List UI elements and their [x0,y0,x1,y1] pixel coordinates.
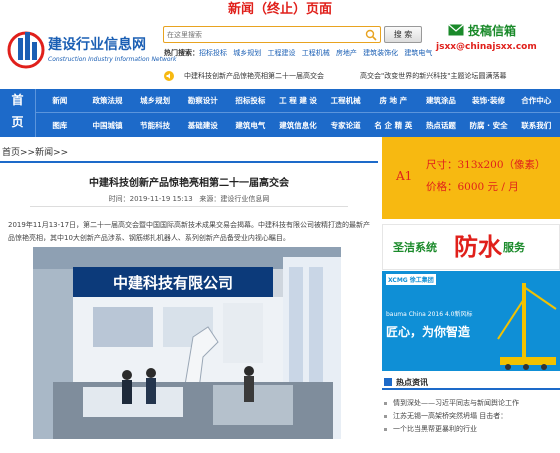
nav-item[interactable]: 专家论道 [322,120,370,131]
waterproof-ad-big: 防水 [454,232,502,261]
article-source: 建设行业信息网 [220,195,270,203]
ad-slot-a1[interactable]: A1 尺寸：313x200（像素） 价格：6000 元 / 月 [382,137,560,219]
waterproof-ad-left: 圣洁系统 [393,241,437,254]
nav-item[interactable]: 勘察设计 [179,95,227,106]
breadcrumb[interactable]: 首页>>新闻>> [2,145,68,158]
source-label: 来源： [199,195,221,203]
nav-home-top: 首 [11,93,24,107]
logo-subtitle: Construction Industry Information Networ… [48,56,177,63]
logo-title: 建设行业信息网 [48,37,146,53]
photo-sign-text: 中建科技有限公司 [113,274,233,292]
xcmg-tagline: bauma China 2016 4.0新风标 [386,311,473,318]
exhibition-photo: 中建科技有限公司 [33,247,341,439]
nav-item[interactable]: 装饰·装修 [465,95,513,106]
ticker-link[interactable]: 中建科技创新产品惊艳亮相第二十一届高交会 [184,71,324,81]
nav-item[interactable]: 名 企 精 英 [369,120,417,131]
hot-news-item[interactable]: 情到深处——习近平同志与新闻舆论工作 [384,397,560,410]
main-nav: 首 页 新闻 政策法规 城乡规划 勘察设计 招标投标 工 程 建 设 工程机械 … [0,89,560,137]
nav-item[interactable]: 中国城镇 [84,120,132,131]
nav-item[interactable]: 城乡规划 [131,95,179,106]
search-button[interactable]: 搜 索 [384,26,422,43]
hot-search-link[interactable]: 房地产 [336,49,357,57]
site-header: 建设行业信息网 Construction Industry Informatio… [0,20,560,85]
article-body: 2019年11月13-17日，第二十一届高交会暨中国国际高新技术成果交易会揭幕。… [8,221,371,242]
submission-email[interactable]: jsxx@chinajsxx.com [436,42,537,52]
breadcrumb-divider [0,161,378,163]
ad-a1-size: 尺寸：313x200（像素） [426,159,546,171]
hot-search-link[interactable]: 招标投标 [199,49,227,57]
nav-item[interactable]: 基础建设 [179,120,227,131]
nav-home[interactable]: 首 页 [0,89,36,137]
nav-item[interactable]: 工程机械 [322,95,370,106]
ad-a1-price: 价格：6000 元 / 月 [426,181,519,193]
nav-item[interactable]: 建筑信息化 [274,120,322,131]
submission-title: 投稿信箱 [468,24,517,38]
xcmg-logo: XCMG 徐工集团 [386,274,436,285]
nav-item[interactable]: 合作中心 [512,95,560,106]
page-caption: 新闻（终止）页面 [227,2,332,17]
meta-divider [30,206,348,207]
crane-icon [497,283,557,370]
nav-item[interactable]: 联系我们 [512,120,560,131]
nav-item[interactable]: 房 地 产 [369,95,417,106]
search-icon[interactable] [365,29,377,41]
hot-news-item[interactable]: 江苏无锡一高架桥突然坍塌 目击者： [384,410,560,423]
hot-news-list: 情到深处——习近平同志与新闻舆论工作 江苏无锡一高架桥突然坍塌 目击者： 一个比… [384,397,560,436]
nav-item[interactable]: 防腐 · 安全 [465,120,513,131]
hot-news-header: 热点资讯 [382,376,560,390]
article-meta: 时间：2019-11-19 15:13 来源：建设行业信息网 [0,194,378,204]
hot-search-link[interactable]: 建筑电气 [404,49,432,57]
waterproof-ad-right: 服务 [503,241,525,254]
search-input[interactable] [167,28,357,41]
nav-item[interactable]: 建筑电气 [227,120,275,131]
hot-news-title: 热点资讯 [396,378,428,387]
xcmg-slogan: 匠心，为你智造 [386,325,471,339]
nav-item[interactable]: 政策法规 [84,95,132,106]
search-box [163,26,381,43]
hot-news-item[interactable]: 一个比当黑帮更暴利的行业 [384,423,560,436]
nav-item[interactable]: 节能科技 [131,120,179,131]
nav-item[interactable]: 热点话题 [417,120,465,131]
envelope-icon [448,24,464,36]
submission-mailbox[interactable]: 投稿信箱 jsxx@chinajsxx.com [432,22,554,62]
nav-home-bottom: 页 [11,115,24,129]
nav-item[interactable]: 图库 [36,120,84,131]
article-time: 2019-11-19 15:13 [129,195,193,203]
xcmg-ad-banner[interactable]: XCMG 徐工集团 bauma China 2016 4.0新风标 匠心，为你智… [382,271,560,371]
hot-search-link[interactable]: 工程建设 [267,49,295,57]
article-photo: 中建科技有限公司 [33,247,341,439]
waterproof-ad-banner[interactable]: 圣洁系统 防水 服务 [382,224,560,270]
ticker-link[interactable]: 高交会"改变世界的新兴科技"主题论坛圆满落幕 [360,71,506,81]
hot-news-icon [384,378,392,386]
nav-item[interactable]: 招标投标 [227,95,275,106]
site-logo[interactable]: 建设行业信息网 Construction Industry Informatio… [6,26,177,74]
hot-search-list: 招标投标 城乡规划 工程建设 工程机械 房地产 建筑装饰化 建筑电气 [199,48,436,58]
time-label: 时间： [108,195,130,203]
speaker-icon [164,71,174,81]
hot-search-link[interactable]: 工程机械 [302,49,330,57]
nav-item[interactable]: 工 程 建 设 [274,95,322,106]
article-title: 中建科技创新产品惊艳亮相第二十一届高交会 [89,178,289,189]
nav-item[interactable]: 新闻 [36,95,84,106]
nav-row-2: 图库 中国城镇 节能科技 基础建设 建筑电气 建筑信息化 专家论道 名 企 精 … [36,113,560,137]
nav-row-1: 新闻 政策法规 城乡规划 勘察设计 招标投标 工 程 建 设 工程机械 房 地 … [36,89,560,113]
hot-search-label: 热门搜索： [164,49,199,57]
news-ticker: 中建科技创新产品惊艳亮相第二十一届高交会 高交会"改变世界的新兴科技"主题论坛圆… [160,70,560,83]
logo-icon [7,31,45,69]
hot-search-link[interactable]: 城乡规划 [233,49,261,57]
hot-search-link[interactable]: 建筑装饰化 [363,49,398,57]
nav-item[interactable]: 建筑涂品 [417,95,465,106]
ad-a1-label: A1 [396,169,413,183]
